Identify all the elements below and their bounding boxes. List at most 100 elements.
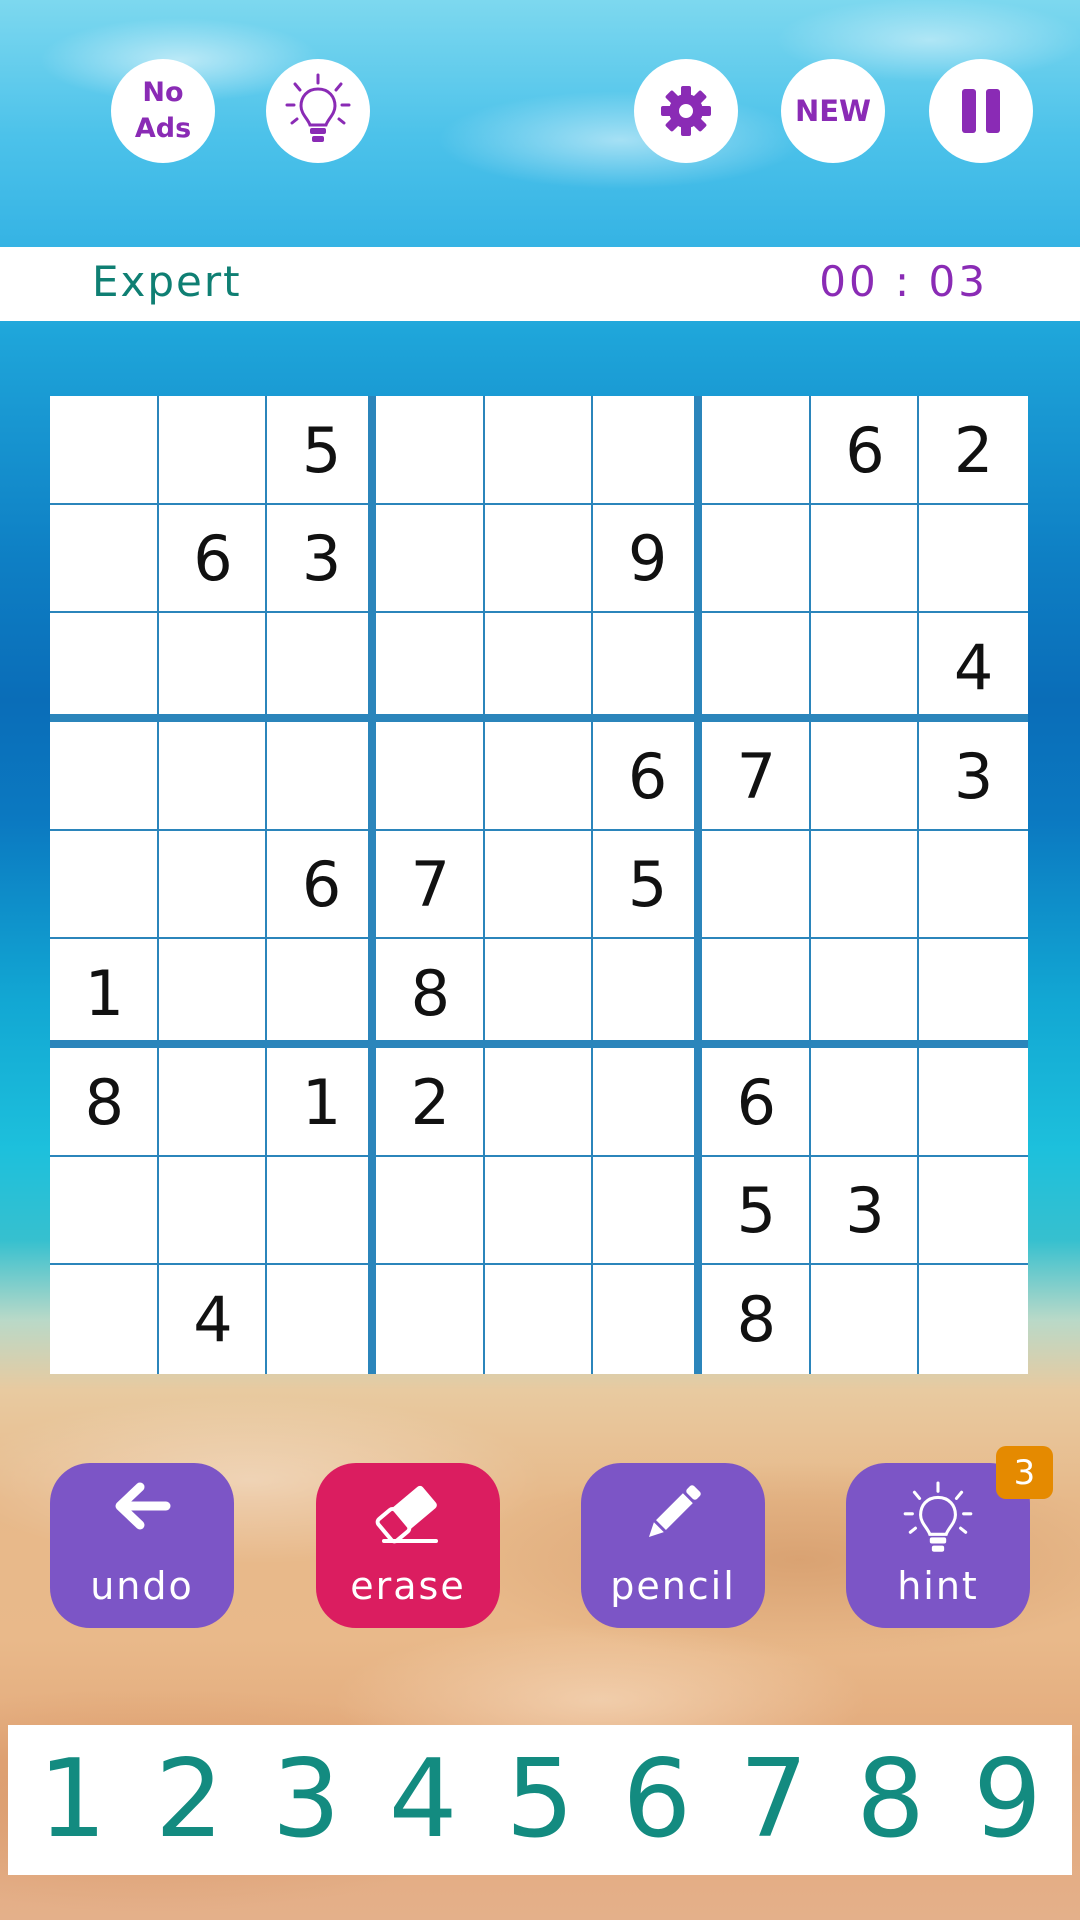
number-key-9[interactable]: 9 xyxy=(952,1735,1062,1865)
grid-cell-r1c4[interactable] xyxy=(375,396,485,505)
grid-cell-r1c1[interactable] xyxy=(50,396,159,505)
number-key-8[interactable]: 8 xyxy=(836,1735,946,1865)
grid-cell-r9c3[interactable] xyxy=(267,1265,376,1374)
grid-cell-r1c7[interactable] xyxy=(701,396,811,505)
number-key-7[interactable]: 7 xyxy=(719,1735,829,1865)
grid-cell-r2c3[interactable]: 3 xyxy=(267,504,376,614)
grid-cell-r6c8[interactable] xyxy=(810,939,920,1048)
grid-cell-r2c6[interactable]: 9 xyxy=(593,504,702,614)
grid-cell-r9c6[interactable] xyxy=(593,1265,702,1374)
grid-cell-r2c1[interactable] xyxy=(50,504,159,614)
number-key-6[interactable]: 6 xyxy=(602,1735,712,1865)
grid-cell-r6c2[interactable] xyxy=(158,939,268,1048)
undo-button[interactable]: undo xyxy=(50,1463,234,1628)
grid-cell-r5c4[interactable]: 7 xyxy=(375,830,485,940)
grid-cell-r2c9[interactable] xyxy=(919,504,1028,614)
grid-cell-r5c1[interactable] xyxy=(50,830,159,940)
grid-cell-r5c7[interactable] xyxy=(701,830,811,940)
grid-cell-r3c4[interactable] xyxy=(375,613,485,722)
grid-cell-r7c1[interactable]: 8 xyxy=(50,1047,159,1157)
grid-cell-r7c7[interactable]: 6 xyxy=(701,1047,811,1157)
grid-cell-r8c8[interactable]: 3 xyxy=(810,1156,920,1266)
sudoku-grid: 56263946736751881265348 xyxy=(50,396,1028,1374)
no-ads-button[interactable]: No Ads xyxy=(111,59,215,163)
grid-cell-r3c6[interactable] xyxy=(593,613,702,722)
grid-cell-r7c4[interactable]: 2 xyxy=(375,1047,485,1157)
grid-cell-r4c9[interactable]: 3 xyxy=(919,721,1028,831)
grid-cell-r2c4[interactable] xyxy=(375,504,485,614)
grid-cell-r1c5[interactable] xyxy=(484,396,594,505)
grid-cell-r8c7[interactable]: 5 xyxy=(701,1156,811,1266)
grid-cell-r1c6[interactable] xyxy=(593,396,702,505)
grid-cell-r9c1[interactable] xyxy=(50,1265,159,1374)
grid-cell-r8c1[interactable] xyxy=(50,1156,159,1266)
grid-cell-r9c2[interactable]: 4 xyxy=(158,1265,268,1374)
grid-cell-r4c6[interactable]: 6 xyxy=(593,721,702,831)
grid-cell-r5c2[interactable] xyxy=(158,830,268,940)
grid-cell-r9c8[interactable] xyxy=(810,1265,920,1374)
grid-cell-r3c3[interactable] xyxy=(267,613,376,722)
grid-cell-r4c1[interactable] xyxy=(50,721,159,831)
grid-cell-r5c9[interactable] xyxy=(919,830,1028,940)
grid-cell-r5c5[interactable] xyxy=(484,830,594,940)
difficulty-label: Expert xyxy=(92,257,242,306)
grid-cell-r6c3[interactable] xyxy=(267,939,376,1048)
grid-cell-r9c7[interactable]: 8 xyxy=(701,1265,811,1374)
number-key-5[interactable]: 5 xyxy=(485,1735,595,1865)
grid-cell-r6c9[interactable] xyxy=(919,939,1028,1048)
grid-cell-r4c8[interactable] xyxy=(810,721,920,831)
grid-cell-r4c3[interactable] xyxy=(267,721,376,831)
grid-cell-r5c3[interactable]: 6 xyxy=(267,830,376,940)
grid-cell-r3c1[interactable] xyxy=(50,613,159,722)
number-key-2[interactable]: 2 xyxy=(134,1735,244,1865)
number-key-1[interactable]: 1 xyxy=(17,1735,127,1865)
grid-cell-r9c5[interactable] xyxy=(484,1265,594,1374)
grid-cell-r1c3[interactable]: 5 xyxy=(267,396,376,505)
pencil-button[interactable]: pencil xyxy=(581,1463,765,1628)
new-game-button[interactable]: NEW xyxy=(781,59,885,163)
grid-cell-r4c5[interactable] xyxy=(484,721,594,831)
grid-cell-r1c8[interactable]: 6 xyxy=(810,396,920,505)
grid-cell-r5c6[interactable]: 5 xyxy=(593,830,702,940)
grid-cell-r3c9[interactable]: 4 xyxy=(919,613,1028,722)
grid-cell-r4c2[interactable] xyxy=(158,721,268,831)
grid-cell-r5c8[interactable] xyxy=(810,830,920,940)
idea-button[interactable] xyxy=(266,59,370,163)
grid-cell-r7c5[interactable] xyxy=(484,1047,594,1157)
grid-cell-r7c9[interactable] xyxy=(919,1047,1028,1157)
grid-cell-r6c1[interactable]: 1 xyxy=(50,939,159,1048)
grid-cell-r6c6[interactable] xyxy=(593,939,702,1048)
grid-cell-r8c6[interactable] xyxy=(593,1156,702,1266)
grid-cell-r4c4[interactable] xyxy=(375,721,485,831)
grid-cell-r3c5[interactable] xyxy=(484,613,594,722)
grid-cell-r9c4[interactable] xyxy=(375,1265,485,1374)
grid-cell-r4c7[interactable]: 7 xyxy=(701,721,811,831)
grid-cell-r7c6[interactable] xyxy=(593,1047,702,1157)
grid-cell-r6c7[interactable] xyxy=(701,939,811,1048)
grid-cell-r7c2[interactable] xyxy=(158,1047,268,1157)
pause-button[interactable] xyxy=(929,59,1033,163)
grid-cell-r8c9[interactable] xyxy=(919,1156,1028,1266)
erase-button[interactable]: erase xyxy=(316,1463,500,1628)
grid-cell-r3c2[interactable] xyxy=(158,613,268,722)
grid-cell-r6c4[interactable]: 8 xyxy=(375,939,485,1048)
grid-cell-r2c8[interactable] xyxy=(810,504,920,614)
grid-cell-r2c7[interactable] xyxy=(701,504,811,614)
grid-cell-r8c4[interactable] xyxy=(375,1156,485,1266)
grid-cell-r8c3[interactable] xyxy=(267,1156,376,1266)
grid-cell-r3c7[interactable] xyxy=(701,613,811,722)
grid-cell-r1c2[interactable] xyxy=(158,396,268,505)
grid-cell-r8c5[interactable] xyxy=(484,1156,594,1266)
grid-cell-r6c5[interactable] xyxy=(484,939,594,1048)
number-key-3[interactable]: 3 xyxy=(251,1735,361,1865)
grid-cell-r9c9[interactable] xyxy=(919,1265,1028,1374)
grid-cell-r2c2[interactable]: 6 xyxy=(158,504,268,614)
grid-cell-r2c5[interactable] xyxy=(484,504,594,614)
grid-cell-r7c3[interactable]: 1 xyxy=(267,1047,376,1157)
grid-cell-r7c8[interactable] xyxy=(810,1047,920,1157)
number-key-4[interactable]: 4 xyxy=(368,1735,478,1865)
grid-cell-r3c8[interactable] xyxy=(810,613,920,722)
settings-button[interactable] xyxy=(634,59,738,163)
grid-cell-r1c9[interactable]: 2 xyxy=(919,396,1028,505)
grid-cell-r8c2[interactable] xyxy=(158,1156,268,1266)
